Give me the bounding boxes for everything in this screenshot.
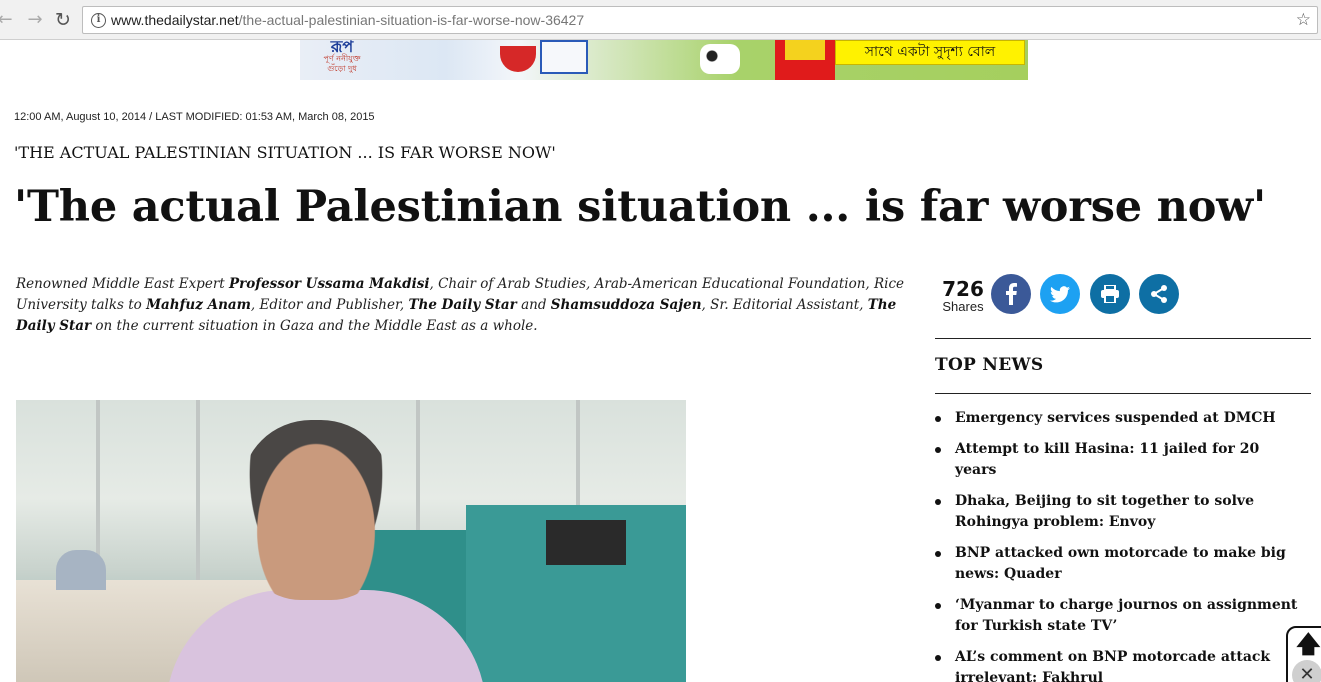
ad-carton-image — [540, 40, 588, 74]
intro-bold: Professor Ussama Makdisi — [229, 276, 430, 292]
article-intro: Renowned Middle East Expert Professor Us… — [16, 274, 906, 337]
forward-icon[interactable]: → — [24, 9, 46, 31]
browser-toolbar: ← → ↻ i www.thedailystar.net/the-actual-… — [0, 0, 1321, 40]
article-headline: 'The actual Palestinian situation ... is… — [14, 182, 1266, 232]
intro-bold: Shamsuddoza Sajen — [550, 297, 702, 313]
ad-cup-image — [500, 46, 536, 72]
photo-monitor — [546, 520, 626, 565]
bullet-icon — [935, 499, 941, 505]
top-news-link[interactable]: Emergency services suspended at DMCH — [955, 410, 1276, 426]
intro-text: on the current situation in Gaza and the… — [91, 318, 538, 334]
close-icon[interactable]: ✕ — [1292, 660, 1321, 682]
ad-red-graphic — [775, 40, 835, 80]
share-count: 726 Shares — [941, 278, 985, 314]
intro-text: Renowned Middle East Expert — [16, 276, 229, 292]
intro-bold: Mahfuz Anam — [146, 297, 251, 313]
url-text[interactable]: www.thedailystar.net/the-actual-palestin… — [111, 12, 584, 28]
print-icon — [1101, 285, 1119, 303]
top-news-link[interactable]: BNP attacked own motorcade to make big n… — [955, 545, 1286, 582]
arrow-up-icon: 🡅 — [1296, 630, 1321, 658]
share-count-label: Shares — [942, 299, 984, 314]
print-button[interactable] — [1090, 274, 1130, 314]
bullet-icon — [935, 416, 941, 422]
url-domain: www.thedailystar.net — [111, 12, 239, 28]
intro-text: , Sr. Editorial Assistant, — [701, 297, 868, 313]
article-shoulder: 'THE ACTUAL PALESTINIAN SITUATION ... IS… — [14, 143, 556, 162]
url-path: /the-actual-palestinian-situation-is-far… — [238, 12, 585, 28]
address-bar[interactable]: i www.thedailystar.net/the-actual-palest… — [82, 6, 1318, 34]
share-count-number: 726 — [942, 277, 984, 301]
top-news-list: Emergency services suspended at DMCH Att… — [935, 408, 1305, 682]
bullet-icon — [935, 551, 941, 557]
top-news-link[interactable]: AL’s comment on BNP motorcade attack irr… — [955, 649, 1270, 682]
ad-logo-sub: পূর্ণ ননীযুক্ত গুঁড়ো দুধ — [323, 54, 361, 73]
bullet-icon — [935, 447, 941, 453]
ad-red-inner — [785, 40, 825, 60]
top-news-item[interactable]: AL’s comment on BNP motorcade attack irr… — [935, 647, 1305, 682]
bullet-icon — [935, 603, 941, 609]
top-news-link[interactable]: ‘Myanmar to charge journos on assignment… — [955, 597, 1297, 634]
photo-person-head — [241, 420, 391, 600]
photo-background-person — [56, 550, 106, 590]
twitter-icon — [1050, 285, 1070, 302]
top-news-heading: TOP NEWS — [935, 355, 1044, 375]
top-news-item[interactable]: Emergency services suspended at DMCH — [935, 408, 1305, 429]
ad-cow-image — [700, 44, 740, 74]
top-news-item[interactable]: Dhaka, Beijing to sit together to solve … — [935, 491, 1305, 533]
advertisement-banner[interactable]: রূপ পূর্ণ ননীযুক্ত গুঁড়ো দুধ সাথে একটা … — [300, 40, 1028, 80]
ad-logo: রূপ পূর্ণ ননীযুক্ত গুঁড়ো দুধ — [318, 40, 366, 80]
scroll-to-top-button[interactable]: 🡅 ✕ — [1286, 626, 1321, 682]
top-news-item[interactable]: BNP attacked own motorcade to make big n… — [935, 543, 1305, 585]
ad-tagline: সাথে একটা সুদৃশ্য বোল — [835, 40, 1025, 65]
top-news-item[interactable]: Attempt to kill Hasina: 11 jailed for 20… — [935, 439, 1305, 481]
back-icon[interactable]: ← — [0, 9, 16, 31]
top-news-item[interactable]: ‘Myanmar to charge journos on assignment… — [935, 595, 1305, 637]
share-icon — [1151, 285, 1167, 303]
article-photo — [16, 400, 686, 682]
article-timestamp: 12:00 AM, August 10, 2014 / LAST MODIFIE… — [14, 111, 375, 123]
facebook-share-button[interactable] — [991, 274, 1031, 314]
info-icon[interactable]: i — [91, 13, 106, 28]
top-news-link[interactable]: Dhaka, Beijing to sit together to solve … — [955, 493, 1254, 530]
share-button[interactable] — [1139, 274, 1179, 314]
intro-bold: The Daily Star — [408, 297, 517, 313]
divider — [935, 393, 1311, 394]
reload-icon[interactable]: ↻ — [52, 9, 74, 31]
intro-text: and — [516, 297, 551, 313]
bullet-icon — [935, 655, 941, 661]
facebook-icon — [1006, 283, 1017, 305]
bookmark-star-icon[interactable]: ☆ — [1296, 10, 1311, 30]
divider — [935, 338, 1311, 339]
top-news-link[interactable]: Attempt to kill Hasina: 11 jailed for 20… — [955, 441, 1259, 478]
intro-text: , Editor and Publisher, — [250, 297, 409, 313]
twitter-share-button[interactable] — [1040, 274, 1080, 314]
